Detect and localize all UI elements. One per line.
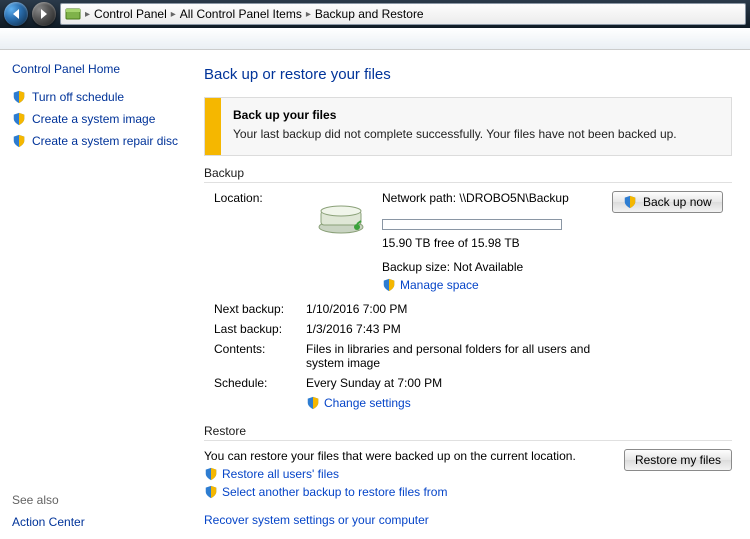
schedule-label: Schedule:	[204, 376, 300, 390]
sidebar-task-turn-off-schedule[interactable]: Turn off schedule	[12, 88, 188, 106]
breadcrumb-separator: ▸	[304, 9, 313, 20]
page-title: Back up or restore your files	[204, 66, 732, 83]
seealso-action-center[interactable]: Action Center	[12, 513, 188, 531]
nav-back-button[interactable]	[4, 2, 28, 26]
restore-all-users-link[interactable]: Restore all users' files	[222, 467, 339, 481]
shield-icon	[382, 278, 396, 292]
next-backup-label: Next backup:	[204, 302, 300, 316]
warning-title: Back up your files	[233, 108, 707, 122]
sidebar-task-label: Create a system image	[32, 110, 155, 128]
contents-label: Contents:	[204, 342, 300, 370]
backup-now-label: Back up now	[643, 195, 712, 209]
sidebar-task-create-system-image[interactable]: Create a system image	[12, 110, 188, 128]
change-settings-link[interactable]: Change settings	[324, 396, 411, 410]
content-pane: Back up or restore your files Back up yo…	[196, 50, 750, 539]
breadcrumb-item[interactable]: Backup and Restore	[315, 7, 424, 21]
network-path-value: Network path: \\DROBO5N\Backup	[382, 191, 606, 213]
path-icon	[65, 6, 81, 22]
backup-section-heading: Backup	[204, 166, 732, 183]
shield-icon	[12, 112, 26, 126]
shield-icon	[12, 90, 26, 104]
restore-description: You can restore your files that were bac…	[204, 449, 614, 463]
restore-my-files-button[interactable]: Restore my files	[624, 449, 732, 471]
sidebar-task-label: Create a system repair disc	[32, 132, 178, 150]
drive-icon	[306, 191, 376, 274]
recover-system-link[interactable]: Recover system settings or your computer	[204, 513, 429, 527]
sidebar-task-create-repair-disc[interactable]: Create a system repair disc	[12, 132, 188, 150]
sidebar-task-label: Turn off schedule	[32, 88, 124, 106]
shield-icon	[306, 396, 320, 410]
backup-now-button[interactable]: Back up now	[612, 191, 723, 213]
warning-banner: Back up your files Your last backup did …	[204, 97, 732, 156]
warning-text: Your last backup did not complete succes…	[233, 126, 707, 143]
sidebar: Control Panel Home Turn off schedule Cre…	[0, 50, 196, 539]
breadcrumb-item[interactable]: All Control Panel Items	[180, 7, 302, 21]
warning-stripe	[205, 98, 221, 155]
location-label: Location:	[204, 191, 300, 274]
contents-value: Files in libraries and personal folders …	[306, 342, 606, 370]
select-another-backup-link[interactable]: Select another backup to restore files f…	[222, 485, 447, 499]
space-progress-bar	[382, 219, 562, 230]
next-backup-value: 1/10/2016 7:00 PM	[306, 302, 606, 316]
toolbar-ribbon	[0, 28, 750, 50]
schedule-value: Every Sunday at 7:00 PM	[306, 376, 606, 390]
see-also-heading: See also	[12, 493, 188, 507]
shield-icon	[204, 485, 218, 499]
backup-size-value: Backup size: Not Available	[382, 254, 606, 274]
restore-my-files-label: Restore my files	[635, 453, 721, 467]
shield-icon	[204, 467, 218, 481]
shield-icon	[12, 134, 26, 148]
sidebar-home-link[interactable]: Control Panel Home	[12, 62, 188, 76]
titlebar: ▸ Control Panel ▸ All Control Panel Item…	[0, 0, 750, 28]
free-space-value: 15.90 TB free of 15.98 TB	[382, 236, 606, 250]
nav-forward-button[interactable]	[32, 2, 56, 26]
restore-section-heading: Restore	[204, 424, 732, 441]
breadcrumb[interactable]: ▸ Control Panel ▸ All Control Panel Item…	[60, 3, 746, 25]
last-backup-label: Last backup:	[204, 322, 300, 336]
shield-icon	[623, 195, 637, 209]
breadcrumb-separator: ▸	[83, 9, 92, 20]
breadcrumb-item[interactable]: Control Panel	[94, 7, 167, 21]
manage-space-link[interactable]: Manage space	[400, 278, 479, 292]
last-backup-value: 1/3/2016 7:43 PM	[306, 322, 606, 336]
breadcrumb-separator: ▸	[169, 9, 178, 20]
